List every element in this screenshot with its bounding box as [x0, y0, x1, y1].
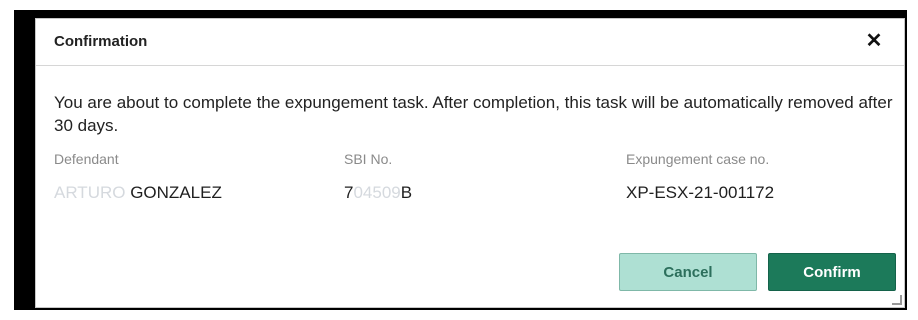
defendant-value: ARTURO GONZALEZ — [54, 183, 222, 202]
close-button[interactable]: ✕ — [862, 29, 886, 53]
sbi-field: SBI No. 704509B — [344, 151, 412, 203]
sbi-suffix: B — [400, 183, 413, 202]
defendant-field: Defendant ARTURO GONZALEZ — [54, 151, 222, 203]
sbi-redacted: 04509 — [353, 183, 401, 202]
confirmation-dialog: Confirmation ✕ You are about to complete… — [35, 18, 905, 308]
expungement-case-value: XP-ESX-21-001172 — [626, 183, 775, 202]
defendant-redacted: ARTURO — [54, 183, 126, 202]
expungement-case-field: Expungement case no. XP-ESX-21-001172 — [626, 151, 774, 203]
sbi-value: 704509B — [344, 183, 412, 202]
dialog-header: Confirmation ✕ — [36, 19, 904, 66]
close-icon: ✕ — [865, 30, 883, 52]
resize-handle[interactable] — [892, 295, 902, 305]
defendant-label: Defendant — [54, 151, 119, 167]
expungement-case-label: Expungement case no. — [626, 151, 770, 167]
dialog-title: Confirmation — [54, 33, 148, 50]
defendant-name: GONZALEZ — [125, 183, 222, 202]
cancel-button[interactable]: Cancel — [619, 253, 757, 291]
sbi-label: SBI No. — [344, 151, 393, 167]
confirm-button[interactable]: Confirm — [768, 253, 896, 291]
dialog-message: You are about to complete the expungemen… — [54, 93, 893, 135]
